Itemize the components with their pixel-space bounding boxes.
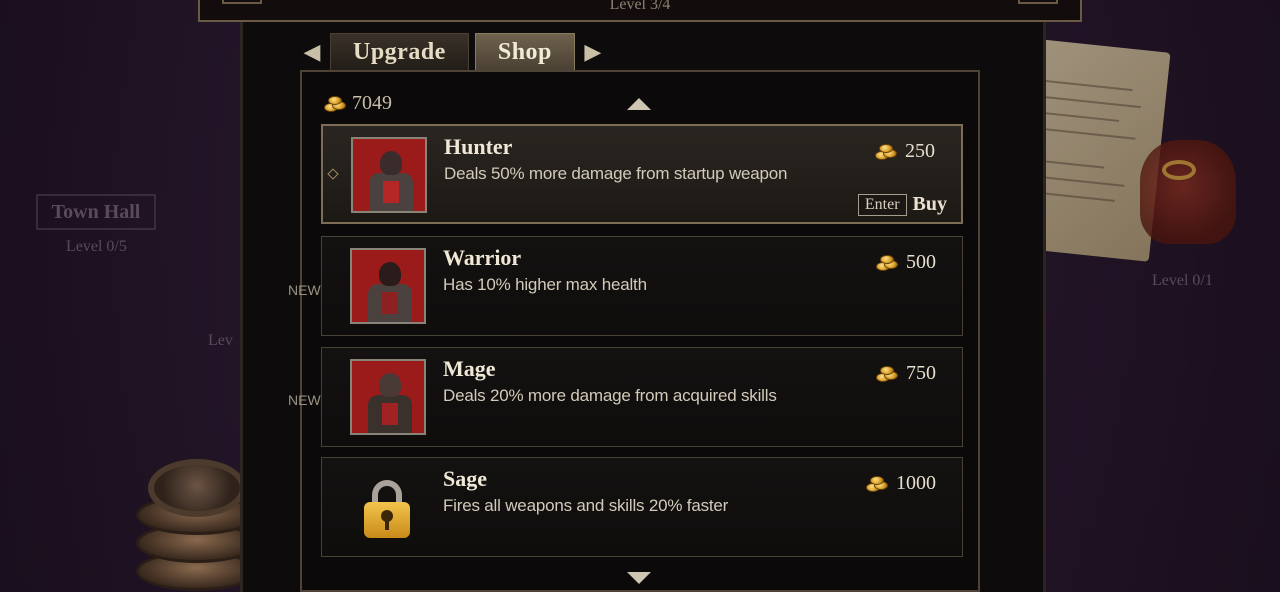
tab-prev-arrow-icon[interactable]: ◀ [300,38,324,66]
sack-bow-decoration [1162,160,1196,180]
gold-total-value: 7049 [352,92,392,114]
new-badge: NEW [288,392,321,408]
item-price: 750 [874,362,936,385]
item-price-value: 500 [906,251,936,273]
warrior-portrait [350,248,426,324]
tab-upgrade[interactable]: Upgrade [330,33,469,71]
gold-coins-icon [874,365,900,383]
enter-key-hint: Enter [857,193,907,216]
item-price: 500 [874,251,936,274]
item-price: 250 [873,140,935,163]
item-name: Sage [443,466,487,491]
item-name: Hunter [444,134,513,159]
gold-coins-icon [874,254,900,272]
town-hall-level: Level 0/5 [66,238,127,255]
buy-button[interactable]: Enter Buy [857,193,947,216]
item-description: Deals 50% more damage from startup weapo… [444,164,788,183]
level-indicator: Level 3/4 [609,0,671,13]
right-building-level: Level 0/1 [1152,272,1213,289]
background-level-partial: Lev [208,332,233,349]
gold-coins-icon [873,143,899,161]
item-price-value: 750 [906,362,936,384]
item-price: 1000 [864,472,936,495]
scroll-down-arrow-icon[interactable] [627,572,651,584]
coin-sack-decoration [1140,140,1236,244]
mage-portrait [350,359,426,435]
hunter-portrait [351,137,427,213]
tab-next-arrow-icon[interactable]: ▶ [581,38,605,66]
buy-label: Buy [912,193,947,215]
item-name: Warrior [443,245,522,270]
new-badge: NEW [288,282,321,298]
gold-coins-icon [864,475,890,493]
shop-item-hunter[interactable]: Hunter Deals 50% more damage from startu… [321,124,963,224]
item-price-value: 250 [905,140,935,162]
lock-icon [360,478,416,542]
scroll-up-arrow-icon[interactable] [627,98,651,110]
shop-item-warrior[interactable]: Warrior Has 10% higher max health 500 [321,236,963,336]
shop-item-mage[interactable]: Mage Deals 20% more damage from acquired… [321,347,963,447]
item-name: Mage [443,356,496,381]
gold-coins-icon [322,95,348,113]
item-description: Deals 20% more damage from acquired skil… [443,386,777,405]
tab-shop[interactable]: Shop [474,33,575,71]
item-description: Has 10% higher max health [443,275,647,294]
gold-total: 7049 [322,92,392,115]
level-bar: Level 3/4 [198,0,1082,22]
town-hall-label: Town Hall [36,194,156,230]
tab-bar: ◀ Upgrade Shop ▶ [300,32,605,72]
selection-marker-icon [327,168,339,180]
shop-item-sage[interactable]: Sage Fires all weapons and skills 20% fa… [321,457,963,557]
item-price-value: 1000 [896,472,936,494]
item-description: Fires all weapons and skills 20% faster [443,496,729,515]
